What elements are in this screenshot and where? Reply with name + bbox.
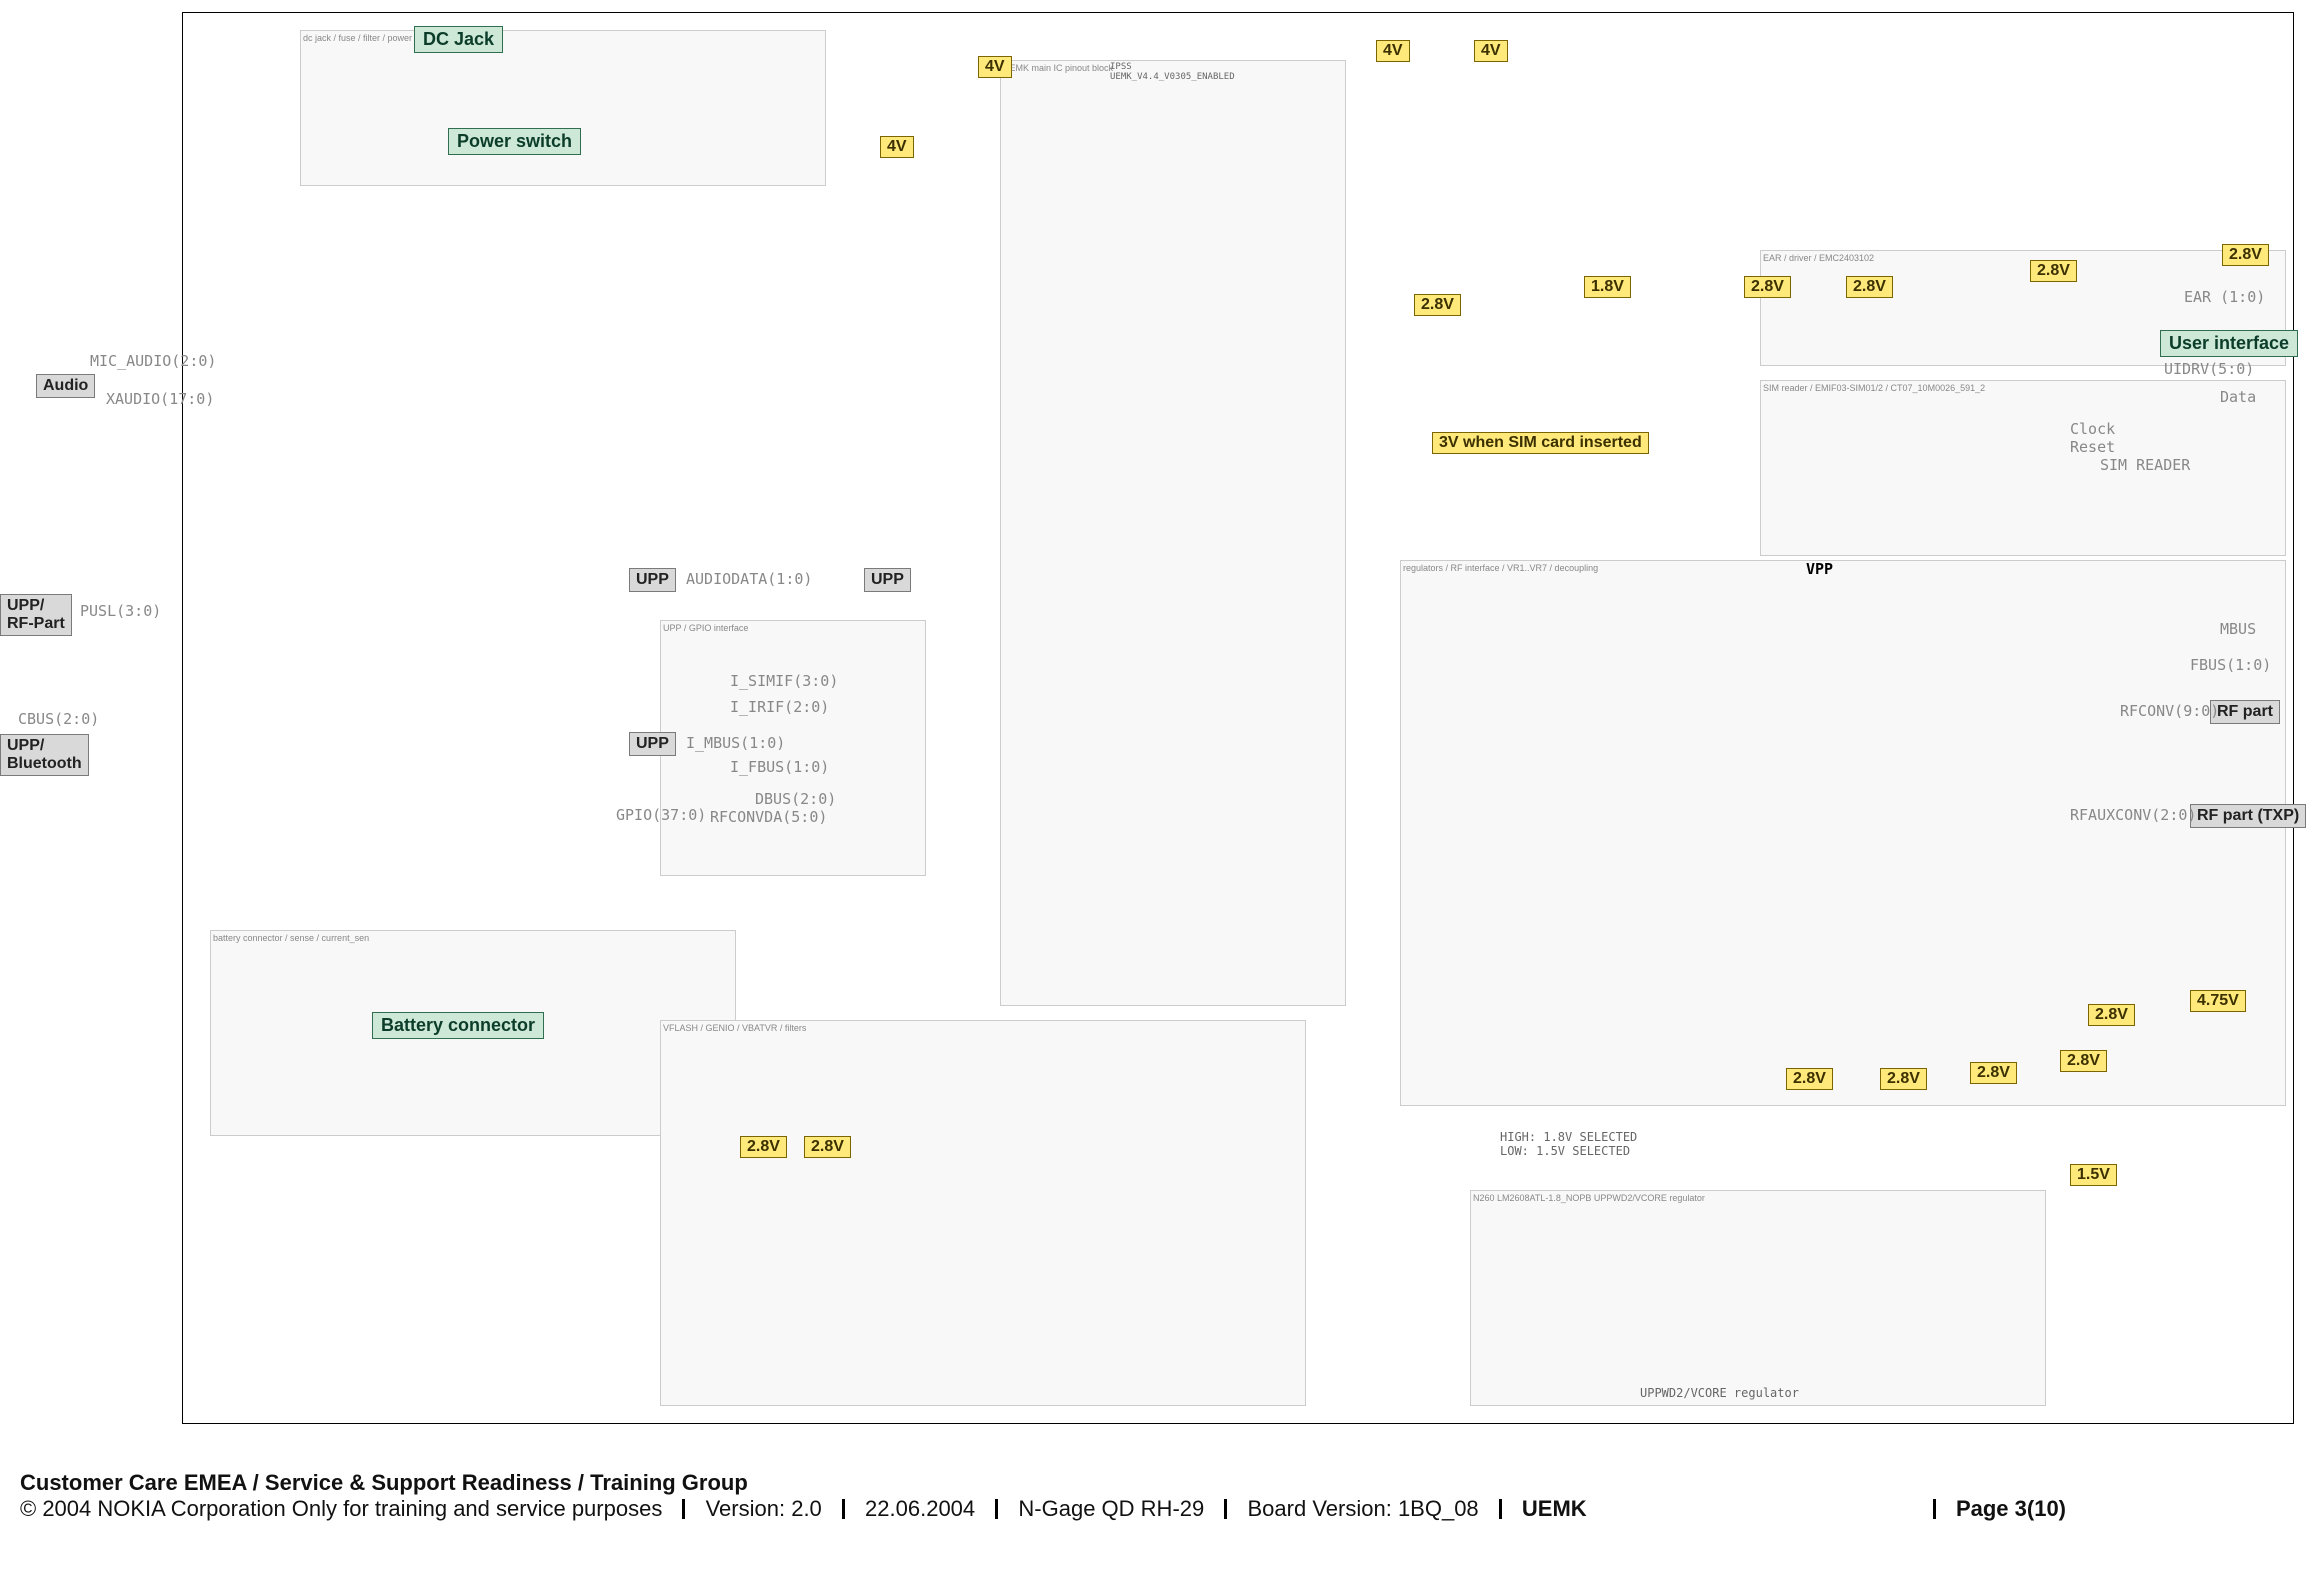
bus-rfconv: RFCONV(9:0)	[2120, 702, 2219, 720]
voltage-4-75v: 4.75V	[2190, 990, 2246, 1012]
footer-board-label: Board Version:	[1248, 1496, 1392, 1521]
bus-mic-audio: MIC_AUDIO(2:0)	[90, 352, 216, 370]
label-power-switch: Power switch	[448, 128, 581, 155]
footer-version-label: Version:	[706, 1496, 786, 1521]
voltage-2-8v-g: 2.8V	[804, 1136, 851, 1158]
bus-sim-reader: SIM READER	[2100, 456, 2190, 474]
schematic-region-vcore: N260 LM2608ATL-1.8_NOPB UPPWD2/VCORE reg…	[1470, 1190, 2046, 1406]
voltage-sim-3v: 3V when SIM card inserted	[1432, 432, 1649, 454]
schematic-region-sim: SIM reader / EMIF03-SIM01/2 / CT07_10M00…	[1760, 380, 2286, 556]
bus-ear: EAR (1:0)	[2184, 288, 2265, 306]
voltage-4v-3: 4V	[1376, 40, 1410, 62]
footer-board: 1BQ_08	[1398, 1496, 1479, 1521]
schematic-region-top-left: dc jack / fuse / filter / power switch c…	[300, 30, 826, 186]
schematic-region-right: regulators / RF interface / VR1..VR7 / d…	[1400, 560, 2286, 1106]
bus-reset: Reset	[2070, 438, 2115, 456]
voltage-1-5v: 1.5V	[2070, 1164, 2117, 1186]
voltage-4v-2: 4V	[880, 136, 914, 158]
label-upp-2: UPP	[864, 568, 911, 592]
voltage-2-8v-l: 2.8V	[2088, 1004, 2135, 1026]
schematic-region-uemk: UEMK main IC pinout block	[1000, 60, 1346, 1006]
bus-isimif: I_SIMIF(3:0)	[730, 672, 838, 690]
label-rf-part: RF part	[2210, 700, 2280, 724]
label-upp-rf: UPP/ RF-Part	[0, 594, 72, 636]
footer-date: 22.06.2004	[865, 1496, 975, 1521]
bus-ifbus: I_FBUS(1:0)	[730, 758, 829, 776]
note-hilow: HIGH: 1.8V SELECTED LOW: 1.5V SELECTED	[1500, 1130, 1637, 1158]
bus-gpio: GPIO(37:0)	[616, 806, 706, 824]
voltage-2-8v-f: 2.8V	[740, 1136, 787, 1158]
bus-pusl: PUSL(3:0)	[80, 602, 161, 620]
voltage-2-8v-a: 2.8V	[1414, 294, 1461, 316]
bus-rfconvda: RFCONVDA(5:0)	[710, 808, 827, 826]
page-footer: Customer Care EMEA / Service & Support R…	[20, 1470, 2300, 1522]
voltage-2-8v-d: 2.8V	[2030, 260, 2077, 282]
note-ipss: IPSS UEMK_V4.4_V0305_ENABLED	[1110, 62, 1235, 82]
note-regulator: UPPWD2/VCORE regulator	[1640, 1386, 1799, 1400]
bus-cbus: CBUS(2:0)	[18, 710, 99, 728]
footer-copyright: © 2004 NOKIA Corporation Only for traini…	[20, 1496, 662, 1521]
voltage-2-8v-h: 2.8V	[1786, 1068, 1833, 1090]
voltage-4v-4: 4V	[1474, 40, 1508, 62]
voltage-2-8v-e: 2.8V	[2222, 244, 2269, 266]
bus-uidrv: UIDRV(5:0)	[2164, 360, 2254, 378]
voltage-1-8v: 1.8V	[1584, 276, 1631, 298]
bus-vpp: VPP	[1806, 560, 1833, 578]
schematic-region-bottom: VFLASH / GENIO / VBATVR / filters	[660, 1020, 1306, 1406]
label-battery-connector: Battery connector	[372, 1012, 544, 1039]
bus-data: Data	[2220, 388, 2256, 406]
label-upp-3: UPP	[629, 732, 676, 756]
bus-fbus: FBUS(1:0)	[2190, 656, 2271, 674]
label-upp-1: UPP	[629, 568, 676, 592]
footer-page: Page 3(10)	[1956, 1496, 2066, 1521]
footer-version: 2.0	[791, 1496, 822, 1521]
voltage-2-8v-j: 2.8V	[1970, 1062, 2017, 1084]
bus-rfauxconv: RFAUXCONV(2:0)	[2070, 806, 2196, 824]
bus-mbus: MBUS	[2220, 620, 2256, 638]
bus-audiodata: AUDIODATA(1:0)	[686, 570, 812, 588]
label-upp-bt: UPP/ Bluetooth	[0, 734, 89, 776]
label-rf-part-txp: RF part (TXP)	[2190, 804, 2306, 828]
bus-iirif: I_IRIF(2:0)	[730, 698, 829, 716]
bus-dbus: DBUS(2:0)	[755, 790, 836, 808]
label-user-interface: User interface	[2160, 330, 2298, 357]
bus-xaudio: XAUDIO(17:0)	[106, 390, 214, 408]
bus-imbus: I_MBUS(1:0)	[686, 734, 785, 752]
footer-block: UEMK	[1522, 1496, 1587, 1521]
label-dc-jack: DC Jack	[414, 26, 503, 53]
footer-line2: © 2004 NOKIA Corporation Only for traini…	[20, 1496, 2300, 1522]
voltage-2-8v-i: 2.8V	[1880, 1068, 1927, 1090]
voltage-2-8v-b: 2.8V	[1744, 276, 1791, 298]
label-audio: Audio	[36, 374, 95, 398]
footer-product: N-Gage QD RH-29	[1018, 1496, 1204, 1521]
footer-line1: Customer Care EMEA / Service & Support R…	[20, 1470, 2300, 1496]
bus-clock: Clock	[2070, 420, 2115, 438]
voltage-4v-1: 4V	[978, 56, 1012, 78]
voltage-2-8v-c: 2.8V	[1846, 276, 1893, 298]
voltage-2-8v-k: 2.8V	[2060, 1050, 2107, 1072]
